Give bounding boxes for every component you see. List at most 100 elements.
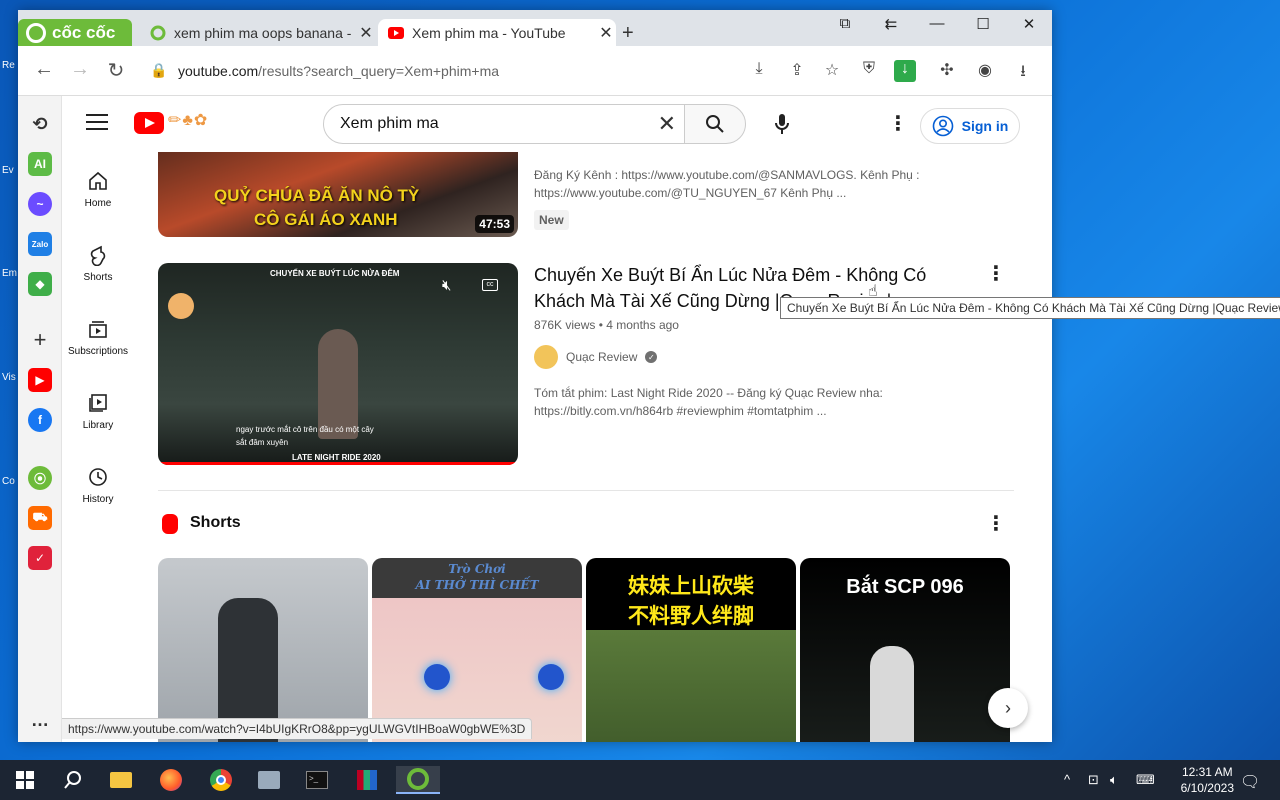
shorts-more-icon[interactable]: ⋮ — [986, 514, 1006, 534]
description-line: https://www.youtube.com/@TU_NGUYEN_67 Kê… — [534, 186, 847, 200]
youtube-logo-icon[interactable] — [134, 112, 164, 134]
captions-icon[interactable]: cc — [482, 279, 498, 291]
profile-icon[interactable]: ◉ — [974, 60, 996, 82]
lock-icon: 🔒 — [150, 62, 168, 78]
link-status-bar: https://www.youtube.com/watch?v=I4bUIgKR… — [62, 718, 533, 739]
short-caption: AI THỞ THÌ CHẾT — [415, 578, 539, 592]
coccoc-favicon-icon — [150, 25, 166, 41]
short-item[interactable]: Bắt SCP 096 — [800, 558, 1010, 742]
chrome-icon[interactable] — [206, 766, 236, 794]
guide-home[interactable]: Home — [62, 170, 134, 209]
coccoc-map-icon[interactable]: ⦿ — [28, 466, 52, 490]
close-window-button[interactable]: ✕ — [1014, 15, 1044, 33]
tab-close-icon[interactable]: ✕ — [596, 23, 616, 43]
tray-chevron-icon[interactable]: ^ — [1064, 772, 1070, 787]
channel-avatar — [534, 345, 558, 369]
thumbnail-figure — [318, 329, 358, 439]
tab-youtube[interactable]: Xem phim ma - YouTube ✕ — [378, 19, 616, 46]
voice-search-button[interactable] — [762, 104, 802, 144]
chevron-right-icon: › — [1005, 697, 1011, 718]
forward-button[interactable]: → — [68, 58, 92, 81]
youtube-rail-icon[interactable]: ▶ — [28, 368, 52, 392]
screenshot-icon[interactable]: ⧉ — [830, 15, 860, 32]
library-icon — [89, 394, 107, 412]
video-thumbnail[interactable]: CHUYẾN XE BUÝT LÚC NỬA ĐÊM 🔇︎ cc ngay tr… — [158, 263, 518, 465]
url-text[interactable]: youtube.com/results?search_query=Xem+phi… — [178, 63, 499, 79]
channel-link[interactable]: Quạc Review ✓ — [534, 345, 658, 369]
shopping-icon[interactable]: ⛟ — [28, 506, 52, 530]
shield-icon[interactable]: ⛨ — [858, 60, 880, 82]
youtube-doodle-icon[interactable]: ✏︎♣︎✿ — [168, 110, 208, 130]
windows-logo-icon — [16, 771, 34, 789]
short-eye — [424, 664, 450, 690]
coccoc-logo[interactable]: cốc cốc — [18, 19, 132, 46]
sign-in-button[interactable]: Sign in — [920, 108, 1020, 144]
upload-age: 4 months ago — [606, 318, 679, 332]
short-item[interactable]: Trò Chơi AI THỞ THÌ CHẾT — [372, 558, 582, 742]
home-icon — [89, 171, 107, 190]
ai-assistant-icon[interactable]: AI — [28, 152, 52, 176]
short-figure — [870, 646, 914, 742]
keyboard-icon[interactable]: ⌨ — [1136, 772, 1155, 788]
thumbnail-caption: QUỶ CHÚA ĐÃ ĂN NÔ TỲ — [214, 186, 420, 205]
extensions-icon[interactable]: ✣ — [936, 60, 958, 82]
network-icon[interactable]: ⊡ — [1088, 772, 1099, 788]
winrar-icon[interactable] — [352, 766, 382, 794]
clock-date: 6/10/2023 — [1180, 781, 1234, 795]
back-arrow-icon[interactable]: ⇇ — [876, 15, 906, 33]
share-icon[interactable]: ⇪ — [786, 60, 808, 82]
shorts-next-button[interactable]: › — [988, 688, 1028, 728]
settings-more-icon[interactable]: ⋮ — [888, 114, 908, 134]
terminal-icon[interactable]: >_ — [302, 766, 332, 794]
maximize-button[interactable]: ☐ — [968, 15, 998, 33]
video-description: Đăng Ký Kênh : https://www.youtube.com/@… — [534, 166, 919, 202]
description-line: https://bitly.com.vn/h864rb #reviewphim … — [534, 404, 827, 418]
tab-xem-phim-ma-oops[interactable]: xem phim ma oops banana - ✕ — [140, 19, 376, 46]
minimize-button[interactable]: — — [922, 15, 952, 32]
video-description: Tóm tắt phim: Last Night Ride 2020 -- Đă… — [534, 384, 883, 420]
tab-close-icon[interactable]: ✕ — [356, 23, 376, 43]
address-bar[interactable]: 🔒 youtube.com/results?search_query=Xem+p… — [142, 53, 742, 89]
title-tooltip: Chuyến Xe Buýt Bí Ẩn Lúc Nửa Đêm - Không… — [780, 297, 1280, 319]
search-results: QUỶ CHÚA ĐÃ ĂN NÔ TỲ CÔ GÁI ÁO XANH 47:5… — [158, 96, 1018, 742]
messenger-icon[interactable]: ~ — [28, 192, 52, 216]
thumbnail-subtitle: sắt đâm xuyên — [236, 438, 289, 447]
system-clock[interactable]: 12:31 AM 6/10/2023 — [1181, 764, 1234, 796]
new-tab-button[interactable]: + — [622, 22, 634, 45]
add-icon[interactable]: + — [28, 327, 52, 352]
todo-icon[interactable]: ✓ — [28, 546, 52, 570]
guide-shorts[interactable]: Shorts — [62, 244, 134, 283]
guide-history[interactable]: History — [62, 466, 134, 505]
bookmark-star-icon[interactable]: ☆ — [821, 60, 843, 82]
search-icon — [706, 115, 724, 133]
video-thumbnail[interactable]: QUỶ CHÚA ĐÃ ĂN NÔ TỲ CÔ GÁI ÁO XANH 47:5… — [158, 142, 518, 237]
downloads-icon[interactable]: ⭳ — [1012, 60, 1034, 82]
download-green-icon[interactable]: ↓ — [894, 60, 916, 82]
taskbar-search-button[interactable] — [58, 766, 88, 794]
video-more-icon[interactable]: ⋮ — [986, 264, 1006, 284]
more-icon[interactable]: … — [28, 708, 52, 732]
short-item[interactable] — [158, 558, 368, 742]
notifications-icon[interactable]: 🗨︎ — [1240, 772, 1260, 792]
short-item[interactable]: 妹妹上山砍柴 不料野人绊脚 — [586, 558, 796, 742]
search-input[interactable] — [340, 113, 640, 135]
facebook-icon[interactable]: f — [28, 408, 52, 432]
zalo-icon[interactable]: Zalo — [28, 232, 52, 256]
search-button[interactable] — [684, 104, 746, 144]
mute-icon[interactable]: 🔇︎ — [442, 277, 451, 294]
game-icon[interactable]: ◆ — [28, 272, 52, 296]
volume-muted-icon[interactable]: 🔈︎ — [1110, 772, 1118, 788]
start-button[interactable] — [10, 766, 40, 794]
network-app-icon[interactable] — [254, 766, 284, 794]
coccoc-taskbar-icon[interactable] — [396, 766, 440, 794]
back-button[interactable]: ← — [32, 58, 56, 81]
guide-subscriptions[interactable]: Subscriptions — [62, 318, 134, 357]
clear-search-icon[interactable]: ✕ — [658, 111, 676, 137]
reload-button[interactable]: ↻ — [104, 58, 128, 83]
file-explorer-icon[interactable] — [106, 766, 136, 794]
history-icon[interactable]: ⟲ — [28, 112, 52, 136]
install-icon[interactable]: ⤓ — [748, 60, 770, 82]
firefox-icon[interactable] — [156, 766, 186, 794]
menu-icon[interactable] — [86, 114, 108, 135]
guide-library[interactable]: Library — [62, 392, 134, 431]
